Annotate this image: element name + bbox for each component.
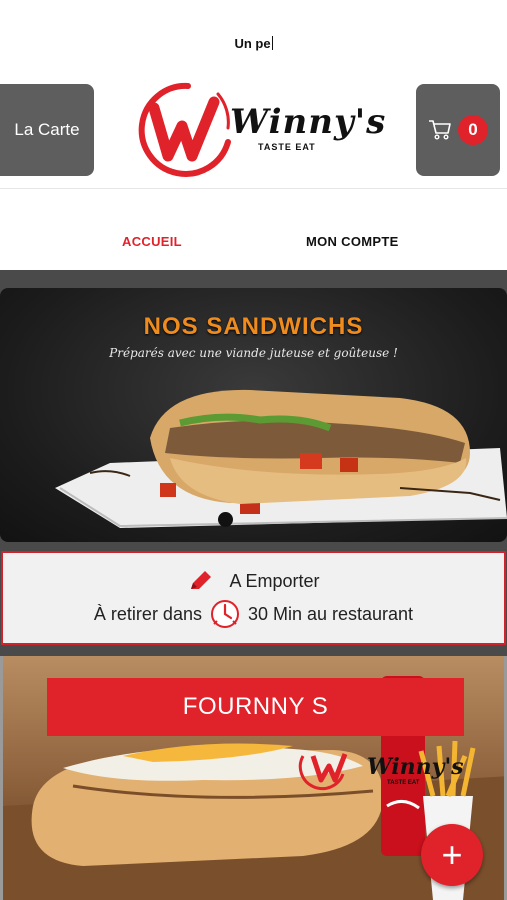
carousel-indicator[interactable] (218, 512, 233, 527)
pickup-time-row: À retirer dans 30 Min au restaurant (3, 597, 504, 631)
promo-banner[interactable]: NOS SANDWICHS Préparés avec une viande j… (0, 288, 507, 542)
nav-tabs: ACCUEIL MON COMPTE (0, 226, 507, 256)
logo-w-icon (138, 82, 231, 177)
text-caret (271, 36, 273, 50)
tab-mon-compte[interactable]: MON COMPTE (306, 234, 399, 249)
order-mode-label: A Emporter (229, 570, 320, 591)
pickup-prefix: À retirer dans (93, 603, 202, 624)
product-title: FOURNNY S (47, 678, 464, 736)
banner-title: NOS SANDWICHS (143, 313, 364, 340)
plus-icon: + (441, 834, 463, 875)
banner-subtitle: Préparés avec une viande juteuse et goût… (109, 346, 398, 360)
header-divider (0, 188, 507, 189)
order-mode-row: A Emporter (3, 569, 504, 593)
clock-icon (210, 600, 239, 628)
product-logo-tagline: TASTE EAT (387, 780, 420, 786)
product-logo-name: Winny's (367, 754, 464, 780)
status-label: Un pe (234, 36, 271, 51)
la-carte-button[interactable]: La Carte (0, 84, 94, 176)
pickup-time: 30 Min au restaurant (247, 603, 414, 624)
status-text: Un pe (0, 36, 507, 51)
logo-name: Winny's (230, 102, 387, 142)
takeaway-info[interactable]: A Emporter À retirer dans 30 Min au rest… (1, 551, 506, 645)
logo-tagline: TASTE EAT (258, 142, 316, 152)
app-header: La Carte Winny's TASTE EAT 0 (0, 82, 507, 188)
app-logo[interactable]: Winny's TASTE EAT (130, 76, 390, 180)
pencil-icon (191, 571, 212, 589)
add-to-cart-button[interactable]: + (421, 824, 483, 886)
cart-icon (429, 120, 451, 140)
tab-accueil[interactable]: ACCUEIL (122, 234, 182, 249)
cart-button[interactable]: 0 (416, 84, 500, 176)
product-card[interactable]: FOURNNY S Winny's TASTE EAT + (0, 656, 507, 900)
cart-count-badge: 0 (458, 115, 488, 145)
